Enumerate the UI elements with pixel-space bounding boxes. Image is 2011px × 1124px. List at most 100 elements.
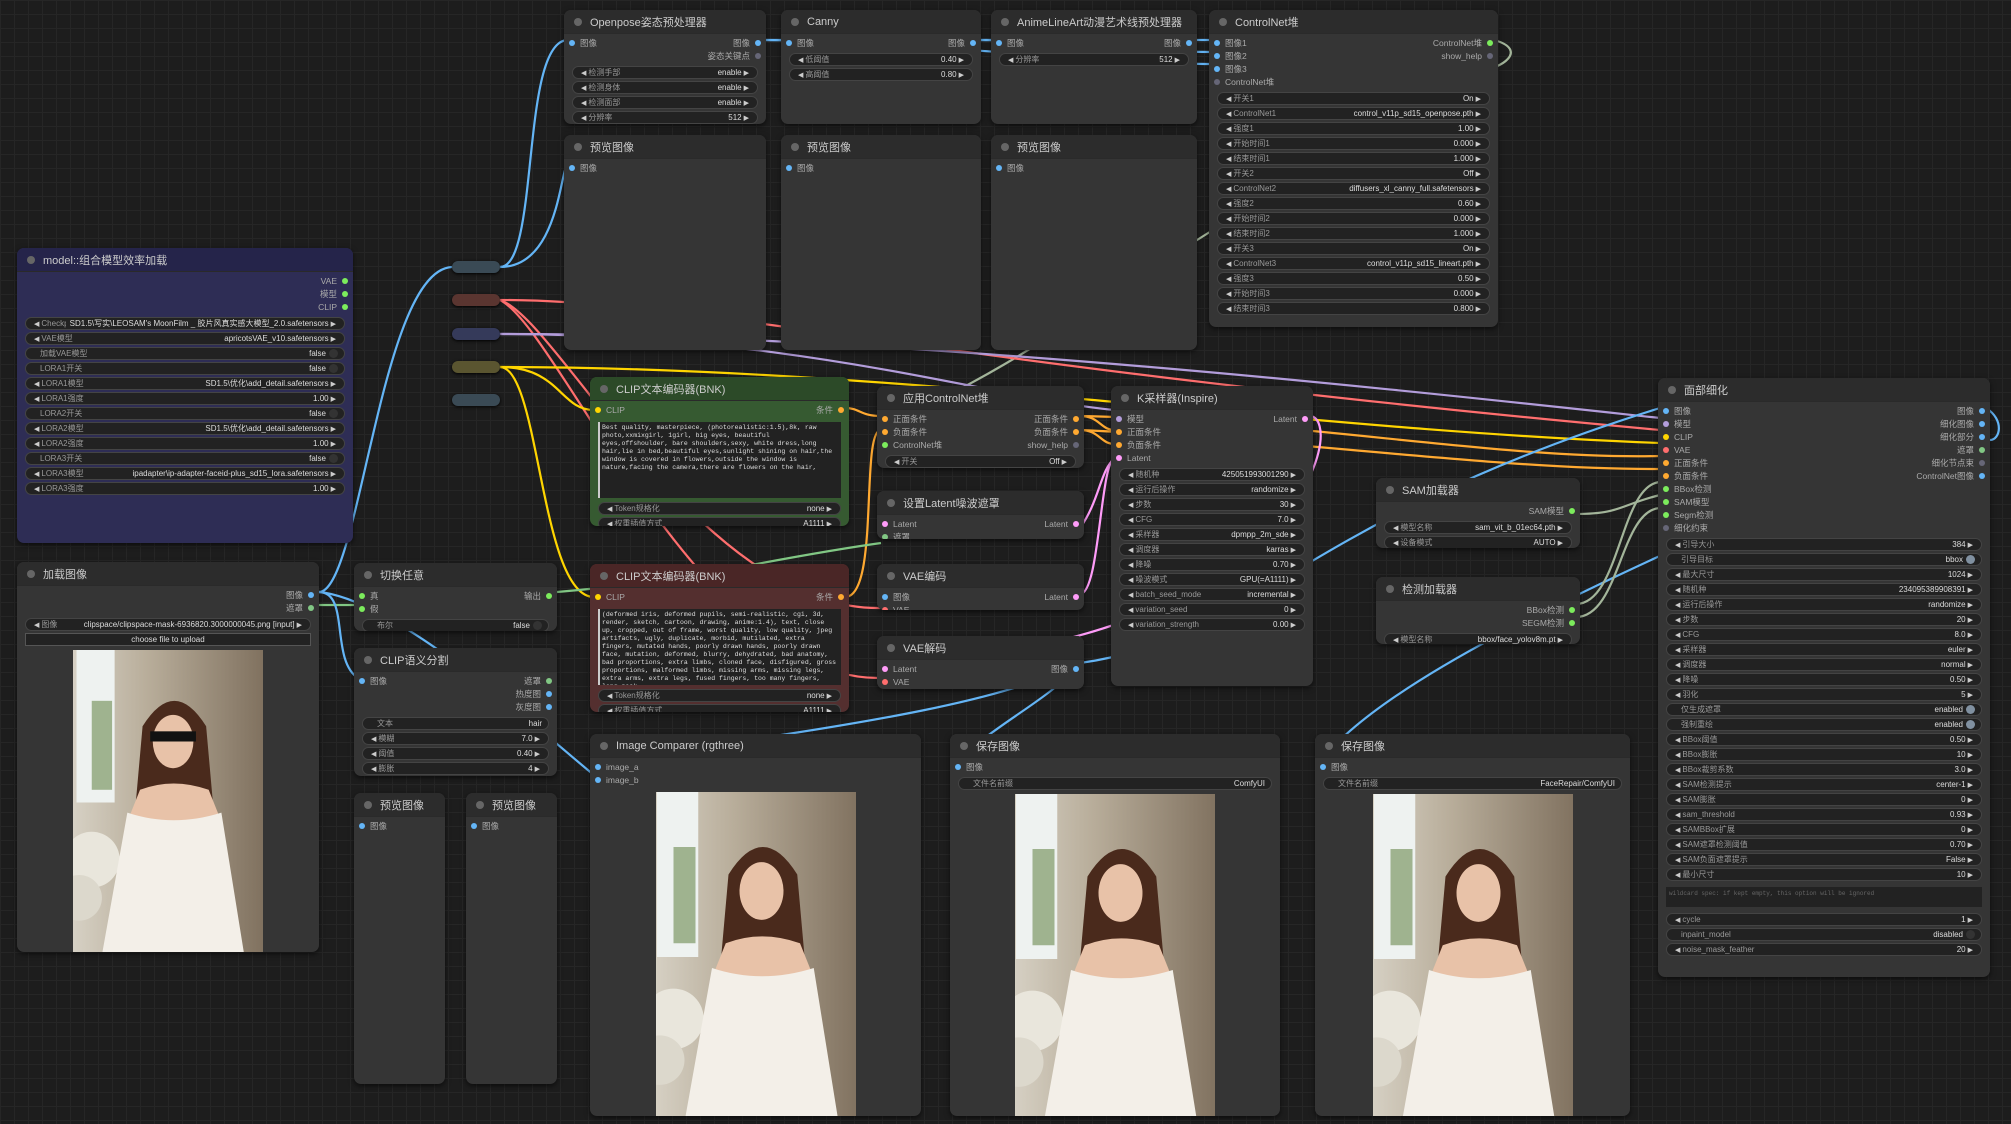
input-slot[interactable]: 负面条件 <box>1111 438 1161 451</box>
reroute-node[interactable] <box>452 361 500 373</box>
collapse-dot-icon[interactable] <box>887 393 895 402</box>
node-detload[interactable]: 检测加载器 BBox检测 SEGM检测 ◀ 模型名称 bbox/face_yolov8m.… <box>1376 577 1580 644</box>
collapse-dot-icon[interactable] <box>364 655 372 664</box>
prompt-textarea[interactable]: Best quality, masterpiece, (photorealist… <box>598 422 841 498</box>
slot-dot-icon[interactable] <box>1116 428 1122 435</box>
arrow-right-icon[interactable]: ▶ <box>959 56 964 64</box>
output-slot[interactable]: 细化图像 <box>1916 417 1990 430</box>
arrow-right-icon[interactable]: ▶ <box>1476 110 1481 118</box>
slot-dot-icon[interactable] <box>1214 52 1220 59</box>
arrow-right-icon[interactable]: ▶ <box>1476 305 1481 313</box>
slot-dot-icon[interactable] <box>359 605 365 612</box>
param-widget[interactable]: ◀ CFG 8.0 ▶ <box>1666 628 1982 641</box>
node-title-bar[interactable]: 检测加载器 <box>1376 577 1580 601</box>
slot-dot-icon[interactable] <box>1663 524 1669 531</box>
output-slot[interactable]: show_help <box>1433 49 1498 62</box>
arrow-left-icon[interactable]: ◀ <box>581 114 586 122</box>
arrow-right-icon[interactable]: ▶ <box>1968 946 1973 954</box>
node-title-bar[interactable]: VAE编码 <box>877 564 1084 588</box>
node-title-bar[interactable]: 预览图像 <box>466 793 557 817</box>
node-title-bar[interactable]: Canny <box>781 10 981 34</box>
param-widget[interactable]: ◀ 结束时间2 1.000 ▶ <box>1217 227 1490 240</box>
input-slot[interactable]: BBox检测 <box>1658 482 1713 495</box>
param-widget[interactable]: ◀ 检测面部 enable ▶ <box>572 96 758 109</box>
param-widget[interactable]: ◀ 开关3 On ▶ <box>1217 242 1490 255</box>
node-setlatent[interactable]: 设置Latent噪波遮罩 Latent 遮罩 Latent <box>877 491 1084 539</box>
output-slot[interactable]: 图像 <box>1051 662 1084 675</box>
arrow-right-icon[interactable]: ▶ <box>1291 486 1296 494</box>
output-slot[interactable]: 姿态关键点 <box>707 49 766 62</box>
slot-dot-icon[interactable] <box>1186 39 1192 46</box>
arrow-right-icon[interactable]: ▶ <box>1968 781 1973 789</box>
arrow-left-icon[interactable]: ◀ <box>1675 796 1680 804</box>
output-slot[interactable]: SAM模型 <box>1529 504 1580 517</box>
arrow-right-icon[interactable]: ▶ <box>1968 661 1973 669</box>
param-widget[interactable]: ◀ 图像 clipspace/clipspace-mask-6936820.3000… <box>25 618 311 631</box>
arrow-right-icon[interactable]: ▶ <box>1476 230 1481 238</box>
input-slot[interactable]: CLIP <box>590 590 625 603</box>
arrow-right-icon[interactable]: ▶ <box>297 621 302 629</box>
node-title-bar[interactable]: Openpose姿态预处理器 <box>564 10 766 34</box>
slot-dot-icon[interactable] <box>1073 593 1079 600</box>
slot-dot-icon[interactable] <box>342 303 348 310</box>
arrow-right-icon[interactable]: ▶ <box>1968 601 1973 609</box>
arrow-right-icon[interactable]: ▶ <box>827 707 832 713</box>
node-title-bar[interactable]: 设置Latent噪波遮罩 <box>877 491 1084 515</box>
arrow-left-icon[interactable]: ◀ <box>34 470 39 478</box>
output-slot[interactable]: 热度图 <box>515 687 557 700</box>
arrow-right-icon[interactable]: ▶ <box>1968 811 1973 819</box>
param-widget[interactable]: ◀ SAM膨胀 0 ▶ <box>1666 793 1982 806</box>
output-slot[interactable]: CLIP <box>318 300 353 313</box>
param-widget[interactable]: ◀ 强度1 1.00 ▶ <box>1217 122 1490 135</box>
arrow-left-icon[interactable]: ◀ <box>34 485 39 493</box>
slot-dot-icon[interactable] <box>359 677 365 684</box>
arrow-right-icon[interactable]: ▶ <box>744 114 749 122</box>
node-lineart[interactable]: AnimeLineArt动漫艺术线预处理器 图像 图像 ◀ 分辨率 512 ▶ <box>991 10 1197 124</box>
output-slot[interactable]: 灰度图 <box>515 700 557 713</box>
arrow-right-icon[interactable]: ▶ <box>1968 736 1973 744</box>
slot-dot-icon[interactable] <box>1569 619 1575 626</box>
slot-dot-icon[interactable] <box>1979 407 1985 414</box>
input-slot[interactable]: VAE <box>877 603 910 610</box>
reroute-node[interactable] <box>452 294 500 306</box>
collapse-dot-icon[interactable] <box>364 570 372 579</box>
slot-dot-icon[interactable] <box>1569 507 1575 514</box>
param-widget[interactable]: ◀ noise_mask_feather 20 ▶ <box>1666 943 1982 956</box>
collapse-dot-icon[interactable] <box>600 741 608 750</box>
param-widget[interactable]: LORA1开关 false <box>25 362 345 375</box>
node-applycn[interactable]: 应用ControlNet堆 正面条件 负面条件 ControlNet堆 正面条件 负面条件… <box>877 386 1084 468</box>
slot-dot-icon[interactable] <box>1073 665 1079 672</box>
arrow-right-icon[interactable]: ▶ <box>1558 636 1563 644</box>
param-widget[interactable]: ◀ 最小尺寸 10 ▶ <box>1666 868 1982 881</box>
param-widget[interactable]: ◀ 采样器 dpmpp_2m_sde ▶ <box>1119 528 1305 541</box>
slot-dot-icon[interactable] <box>1663 459 1669 466</box>
param-widget[interactable]: ◀ 低阈值 0.40 ▶ <box>789 53 973 66</box>
slot-dot-icon[interactable] <box>1979 472 1985 479</box>
slot-dot-icon[interactable] <box>786 39 792 46</box>
arrow-left-icon[interactable]: ◀ <box>1675 631 1680 639</box>
arrow-right-icon[interactable]: ▶ <box>1291 561 1296 569</box>
arrow-right-icon[interactable]: ▶ <box>1476 155 1481 163</box>
input-slot[interactable]: 负面条件 <box>877 425 942 438</box>
output-slot[interactable]: 图像 <box>286 588 319 601</box>
arrow-right-icon[interactable]: ▶ <box>1968 571 1973 579</box>
arrow-right-icon[interactable]: ▶ <box>331 470 336 478</box>
node-title-bar[interactable]: 预览图像 <box>991 135 1197 159</box>
arrow-left-icon[interactable]: ◀ <box>1128 576 1133 584</box>
slot-dot-icon[interactable] <box>471 822 477 829</box>
param-widget[interactable]: ◀ 检测身体 enable ▶ <box>572 81 758 94</box>
collapse-dot-icon[interactable] <box>791 17 799 26</box>
node-title-bar[interactable]: ControlNet堆 <box>1209 10 1498 34</box>
param-widget[interactable]: ◀ BBox阈值 0.50 ▶ <box>1666 733 1982 746</box>
param-widget[interactable]: ◀ LORA3模型 ipadapter\ip-adapter-faceid-plus… <box>25 467 345 480</box>
node-title-bar[interactable]: 预览图像 <box>354 793 445 817</box>
input-slot[interactable]: 模型 <box>1658 417 1713 430</box>
input-slot[interactable]: 图像 <box>991 161 1024 174</box>
slot-dot-icon[interactable] <box>882 533 888 539</box>
param-widget[interactable]: ◀ 分辨率 512 ▶ <box>572 111 758 124</box>
node-save1[interactable]: 保存图像 图像 文件名前缀 ComfyUI <box>950 734 1280 1116</box>
param-widget[interactable]: ◀ 检测手部 enable ▶ <box>572 66 758 79</box>
slot-dot-icon[interactable] <box>1979 446 1985 453</box>
slot-dot-icon[interactable] <box>882 678 888 685</box>
param-widget[interactable]: 文件名前缀 ComfyUI <box>958 777 1272 790</box>
